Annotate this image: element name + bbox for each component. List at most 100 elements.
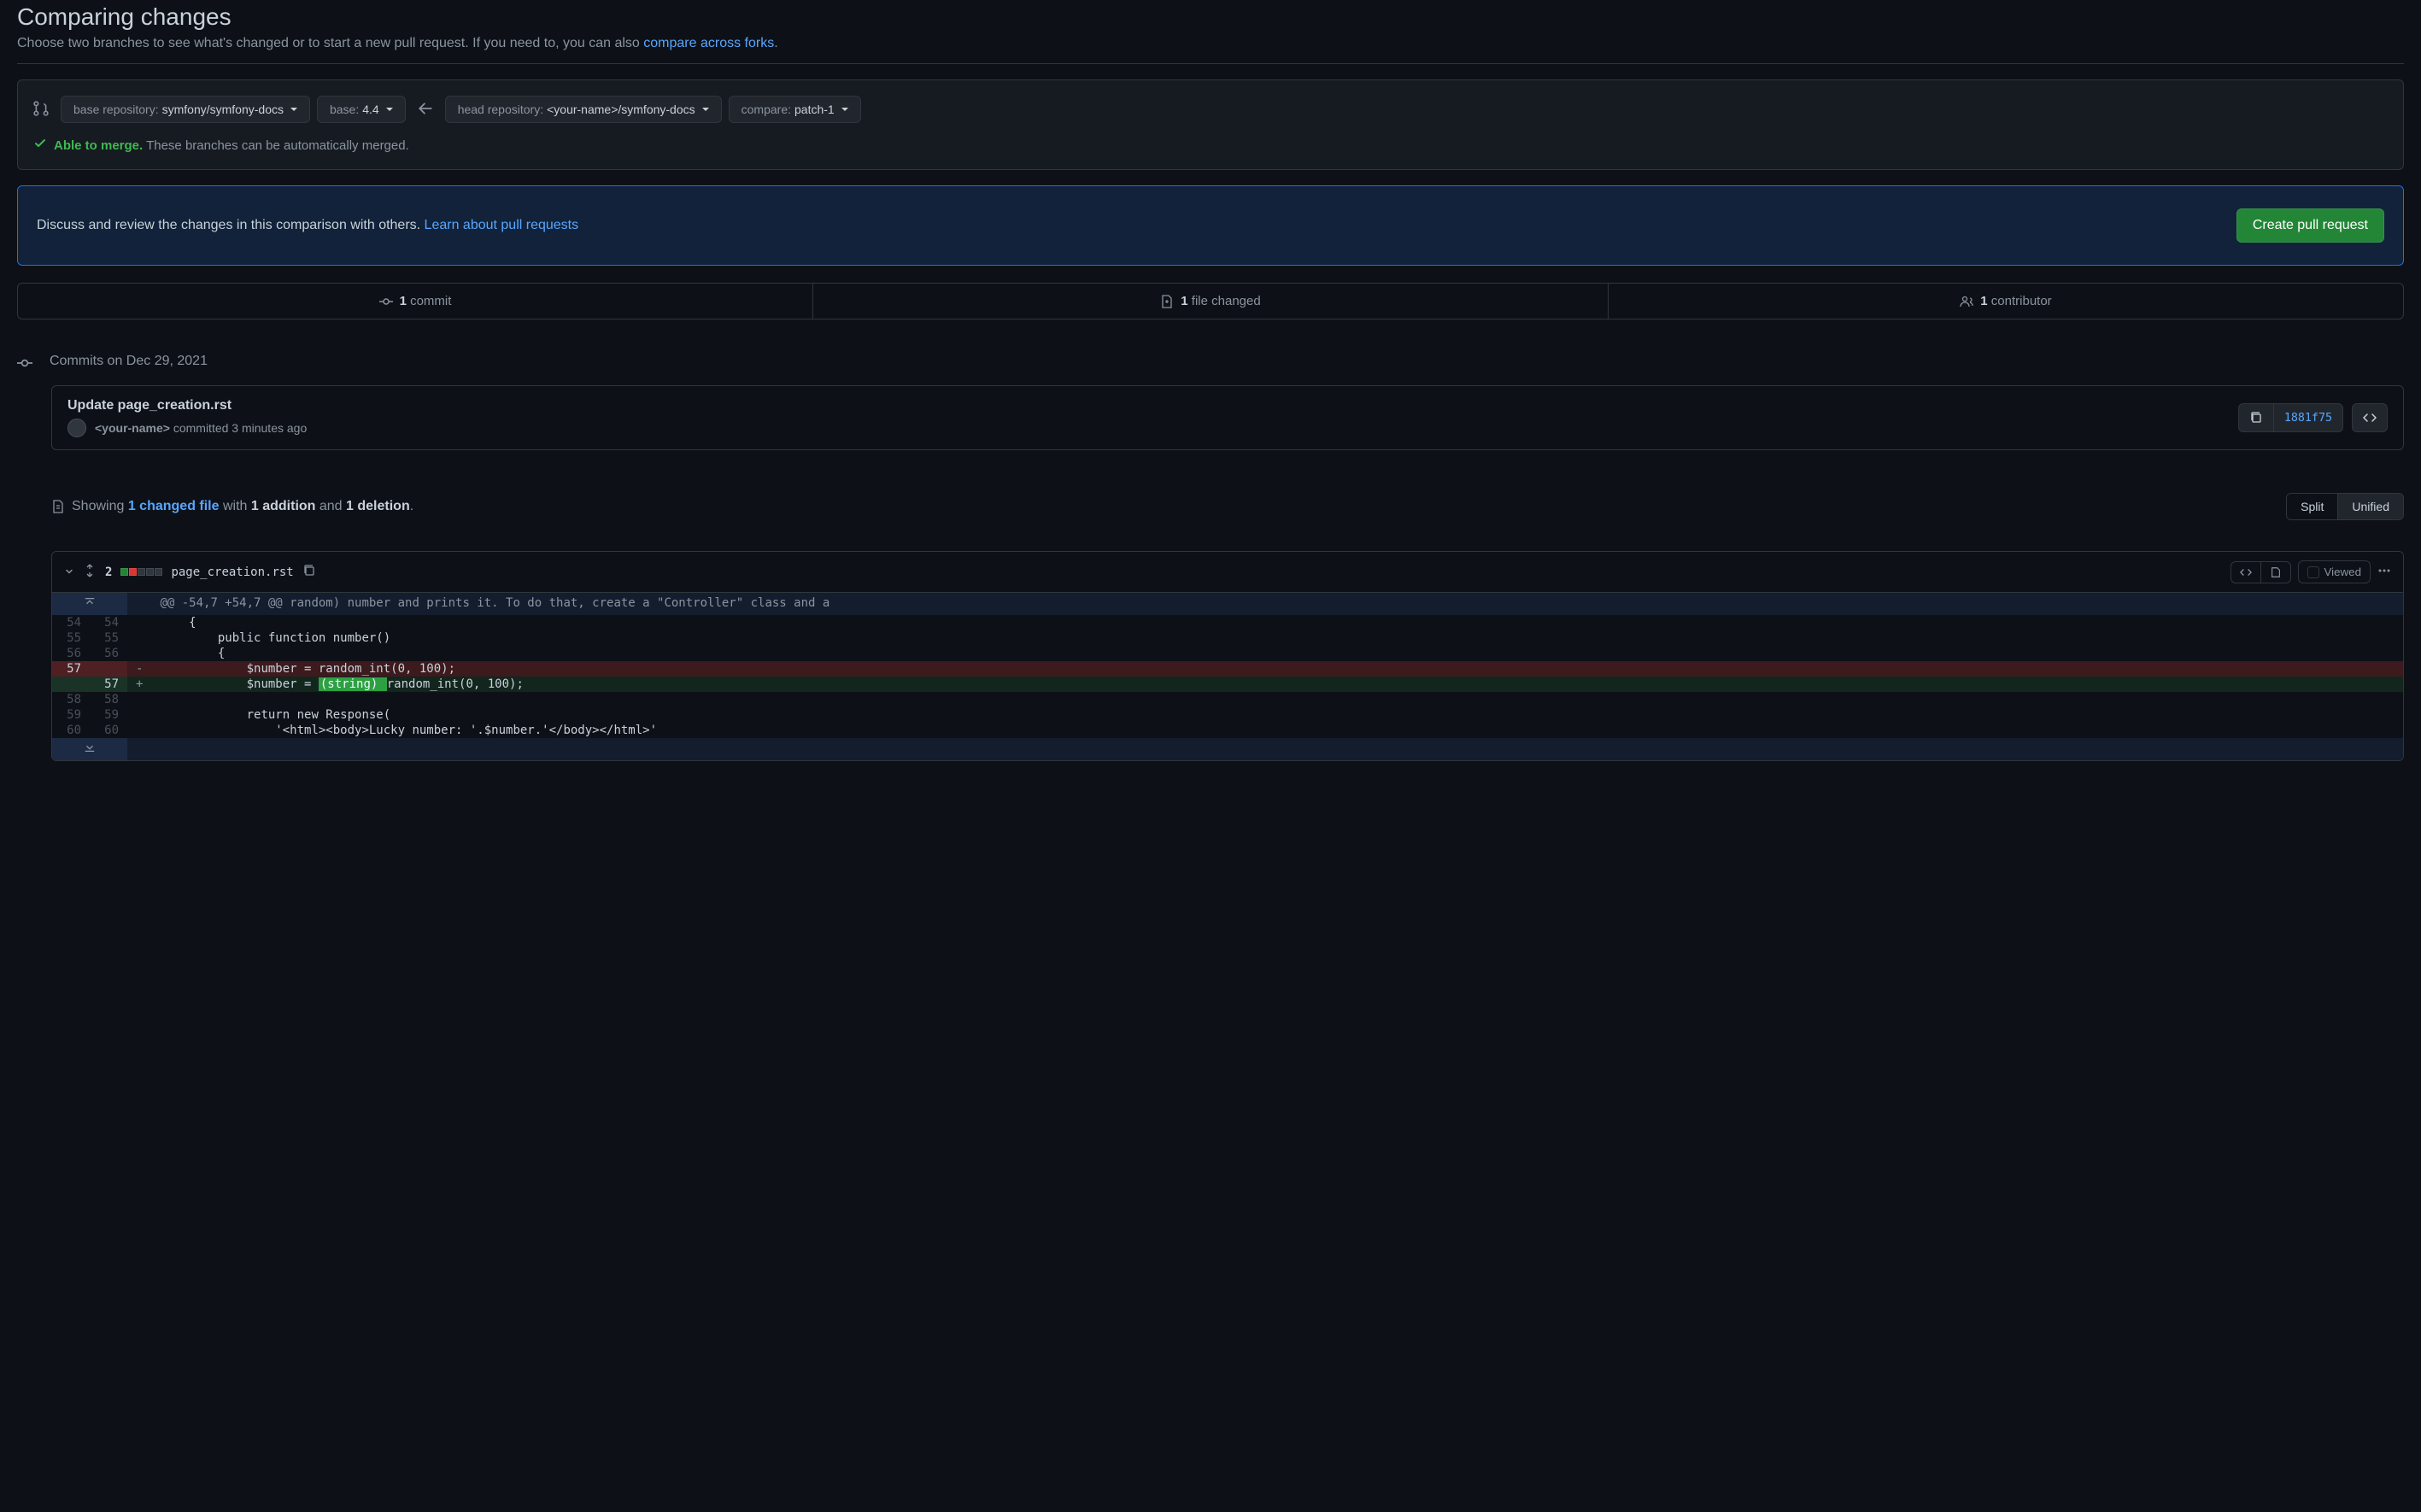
new-line-num[interactable]: 60 (90, 723, 127, 738)
subtitle-suffix: . (774, 36, 777, 50)
commits-date: Commits on Dec 29, 2021 (50, 354, 208, 369)
diff-row: 5555 public function number() (52, 630, 2403, 646)
commit-title[interactable]: Update page_creation.rst (67, 398, 307, 413)
new-line-num[interactable]: 57 (90, 677, 127, 692)
head-repo-label: head repository: (458, 103, 543, 116)
page-subtitle: Choose two branches to see what's change… (17, 36, 2404, 51)
diff-summary: Showing 1 changed file with 1 addition a… (51, 499, 413, 514)
expand-up-button[interactable] (52, 593, 127, 615)
people-icon (1960, 295, 1973, 308)
expand-down-button[interactable] (52, 738, 127, 760)
base-repo-value: symfony/symfony-docs (162, 103, 284, 116)
stats-row: 1 commit 1 file changed 1 contributor (17, 283, 2404, 319)
summary-showing: Showing (72, 499, 128, 513)
diff-table: @@ -54,7 +54,7 @@ random) number and pri… (52, 593, 2403, 760)
hunk-header: @@ -54,7 +54,7 @@ random) number and pri… (151, 593, 2403, 615)
diff-row: 5454 { (52, 615, 2403, 630)
divider (17, 63, 2404, 64)
check-icon (33, 137, 47, 154)
compare-box: base repository: symfony/symfony-docs ba… (17, 79, 2404, 170)
diff-marker (127, 692, 151, 707)
code-cell (151, 692, 2403, 707)
source-view-button[interactable] (2230, 561, 2260, 583)
commit-sha-button[interactable]: 1881f75 (2273, 403, 2343, 432)
change-count: 2 (105, 566, 112, 579)
old-line-num[interactable]: 56 (52, 646, 90, 661)
new-line-num[interactable]: 55 (90, 630, 127, 646)
stat-contributors[interactable]: 1 contributor (1608, 284, 2403, 319)
diff-filename[interactable]: page_creation.rst (171, 566, 293, 579)
browse-code-button[interactable] (2352, 403, 2388, 432)
summary-period: . (410, 499, 413, 513)
expand-all-icon[interactable] (83, 564, 97, 580)
commit-timeline-icon (17, 355, 32, 373)
code-cell: { (151, 615, 2403, 630)
file-diff-icon (1160, 295, 1174, 308)
new-line-num[interactable]: 58 (90, 692, 127, 707)
compare-forks-link[interactable]: compare across forks (643, 36, 774, 50)
old-line-num[interactable]: 55 (52, 630, 90, 646)
old-line-num[interactable] (52, 677, 90, 692)
base-branch-dropdown[interactable]: base: 4.4 (317, 96, 406, 123)
diff-marker (127, 707, 151, 723)
old-line-num[interactable]: 57 (52, 661, 90, 677)
merge-status: Able to merge. These branches can be aut… (33, 137, 2388, 154)
viewed-checkbox (2307, 566, 2319, 578)
diff-row: 6060 '<html><body>Lucky number: '.$numbe… (52, 723, 2403, 738)
old-line-num[interactable]: 58 (52, 692, 90, 707)
stat-files[interactable]: 1 file changed (812, 284, 1608, 319)
old-line-num[interactable]: 54 (52, 615, 90, 630)
diff-stat-blocks (120, 568, 162, 576)
caret-icon (841, 108, 848, 111)
diff-marker (127, 646, 151, 661)
summary-addition: 1 addition (251, 499, 316, 513)
diff-view-toggle: Split Unified (2286, 493, 2404, 520)
copy-sha-button[interactable] (2238, 403, 2273, 432)
code-cell: $number = (string) random_int(0, 100); (151, 677, 2403, 692)
diff-marker: + (127, 677, 151, 692)
copy-path-icon[interactable] (302, 564, 316, 580)
code-cell: '<html><body>Lucky number: '.$number.'</… (151, 723, 2403, 738)
base-repo-dropdown[interactable]: base repository: symfony/symfony-docs (61, 96, 310, 123)
summary-with: with (220, 499, 251, 513)
file-diff-icon (51, 500, 65, 513)
caret-icon (386, 108, 393, 111)
base-label: base: (330, 103, 359, 116)
changed-file-link[interactable]: 1 changed file (128, 499, 220, 513)
compare-branch-dropdown[interactable]: compare: patch-1 (729, 96, 861, 123)
new-line-num[interactable]: 56 (90, 646, 127, 661)
new-line-num[interactable] (90, 661, 127, 677)
old-line-num[interactable]: 60 (52, 723, 90, 738)
new-line-num[interactable]: 59 (90, 707, 127, 723)
compare-value: patch-1 (794, 103, 835, 116)
head-repo-dropdown[interactable]: head repository: <your-name>/symfony-doc… (445, 96, 722, 123)
stat-commits[interactable]: 1 commit (18, 284, 812, 319)
diff-marker (127, 615, 151, 630)
page-title: Comparing changes (17, 3, 2404, 31)
collapse-icon[interactable] (64, 566, 74, 579)
unified-view-button[interactable]: Unified (2337, 494, 2403, 519)
split-view-button[interactable]: Split (2287, 494, 2337, 519)
diff-row: 57- $number = random_int(0, 100); (52, 661, 2403, 677)
file-count: 1 (1181, 294, 1187, 308)
summary-and: and (315, 499, 346, 513)
diff-container: 2 page_creation.rst (51, 551, 2404, 761)
old-line-num[interactable]: 59 (52, 707, 90, 723)
rich-view-button[interactable] (2260, 561, 2291, 583)
merge-able-text: Able to merge. (54, 138, 143, 153)
diff-row: 5959 return new Response( (52, 707, 2403, 723)
diff-header: 2 page_creation.rst (52, 552, 2403, 593)
viewed-toggle[interactable]: Viewed (2298, 560, 2371, 583)
learn-pr-link[interactable]: Learn about pull requests (425, 218, 579, 232)
file-menu-icon[interactable] (2377, 564, 2391, 580)
new-line-num[interactable]: 54 (90, 615, 127, 630)
subtitle-text: Choose two branches to see what's change… (17, 36, 643, 50)
merge-rest-text: These branches can be automatically merg… (143, 138, 409, 153)
file-label: file changed (1188, 294, 1261, 308)
avatar[interactable] (67, 419, 86, 437)
commit-meta: committed 3 minutes ago (170, 421, 307, 435)
commit-author[interactable]: <your-name> (95, 421, 170, 435)
commit-icon (379, 295, 393, 308)
create-pr-button[interactable]: Create pull request (2236, 208, 2384, 243)
compare-label: compare: (742, 103, 791, 116)
